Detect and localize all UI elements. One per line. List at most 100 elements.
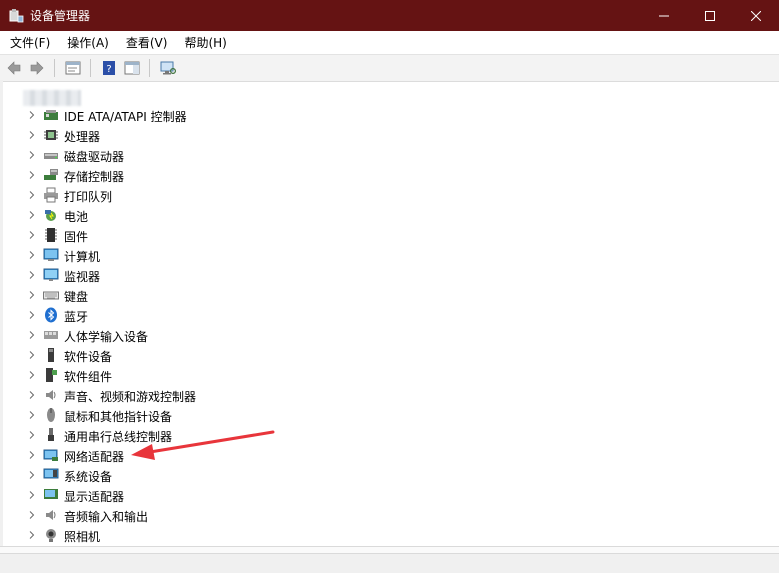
menu-view[interactable]: 查看(V) (119, 34, 175, 51)
toolbar: ? (0, 54, 779, 82)
tree-item-label: 人体学输入设备 (64, 330, 149, 344)
system-device-icon (43, 468, 59, 479)
close-icon (751, 10, 761, 21)
tree-item-label: 鼠标和其他指针设备 (64, 410, 173, 424)
maximize-icon (705, 10, 715, 21)
chevron-right-icon[interactable] (28, 331, 36, 339)
properties-button[interactable] (62, 57, 84, 79)
status-bar (0, 553, 779, 573)
tree-item-label: 固件 (64, 230, 89, 244)
chevron-right-icon[interactable] (28, 191, 36, 199)
scan-hardware-button[interactable] (157, 57, 179, 79)
tree-item-label: 打印队列 (64, 190, 113, 204)
tree-item-label: 软件组件 (64, 370, 113, 384)
printer-icon (44, 187, 58, 203)
tree-item-label: 存储控制器 (64, 170, 125, 184)
close-button[interactable] (733, 0, 779, 31)
menu-file[interactable]: 文件(F) (3, 34, 57, 51)
chevron-right-icon[interactable] (28, 151, 36, 159)
tree-item-label: 声音、视频和游戏控制器 (64, 390, 197, 404)
firmware-icon (45, 228, 57, 242)
tree-item-label: 系统设备 (64, 470, 113, 484)
tree-item-label: 蓝牙 (64, 310, 89, 324)
title-bar: 设备管理器 (0, 0, 779, 31)
chevron-right-icon[interactable] (28, 131, 36, 139)
help-button[interactable]: ? (98, 57, 120, 79)
forward-button[interactable] (26, 57, 48, 79)
minimize-button[interactable] (641, 0, 687, 31)
chevron-right-icon[interactable] (28, 291, 36, 299)
tree-root-computer-name-blurred[interactable] (23, 90, 81, 106)
tree-item-label: 显示适配器 (64, 490, 125, 504)
maximize-button[interactable] (687, 0, 733, 31)
toolbar-separator (54, 59, 55, 77)
speaker-icon (46, 390, 56, 400)
mouse-icon (47, 408, 55, 422)
back-arrow-icon (7, 61, 21, 75)
disk-drive-icon (44, 153, 58, 159)
action-pane-button[interactable] (121, 57, 143, 79)
chevron-right-icon[interactable] (28, 111, 36, 119)
tree-item-label: 监视器 (64, 270, 101, 284)
tree-item-label: 软件设备 (64, 350, 113, 364)
tree-item-label: 网络适配器 (64, 450, 125, 464)
chevron-right-icon[interactable] (28, 531, 36, 539)
chevron-right-icon[interactable] (28, 211, 36, 219)
menu-action[interactable]: 操作(A) (60, 34, 116, 51)
tree-item-label: 处理器 (64, 130, 101, 144)
keyboard-icon (43, 291, 59, 300)
device-manager-app-icon (8, 8, 24, 24)
network-adapter-icon (43, 449, 58, 461)
action-pane-icon (124, 61, 140, 75)
computer-icon (43, 248, 59, 261)
window-controls (641, 0, 779, 31)
chevron-right-icon[interactable] (28, 171, 36, 179)
software-device-icon (48, 348, 54, 362)
tree-item-label: 磁盘驱动器 (64, 150, 125, 164)
chevron-right-icon[interactable] (28, 231, 36, 239)
back-button[interactable] (3, 57, 25, 79)
properties-icon (65, 61, 81, 75)
chevron-right-icon[interactable] (28, 511, 36, 519)
chevron-right-icon[interactable] (28, 451, 36, 459)
window-title: 设备管理器 (30, 9, 91, 23)
toolbar-separator (90, 59, 91, 77)
chevron-right-icon[interactable] (28, 311, 36, 319)
storage-controller-icon (44, 169, 58, 180)
display-adapter-icon (44, 489, 58, 499)
chevron-right-icon[interactable] (28, 391, 36, 399)
bluetooth-icon (45, 307, 57, 323)
chevron-right-icon[interactable] (28, 351, 36, 359)
help-icon: ? (103, 61, 115, 75)
chevron-right-icon[interactable] (28, 371, 36, 379)
chevron-right-icon[interactable] (28, 491, 36, 499)
tree-item-label: 通用串行总线控制器 (64, 430, 173, 444)
software-component-icon (46, 368, 57, 382)
tree-item-label: 计算机 (64, 250, 101, 264)
battery-icon (45, 210, 56, 221)
chevron-right-icon[interactable] (28, 431, 36, 439)
tree-item-label: 键盘 (64, 290, 89, 304)
device-tree: IDE ATA/ATAPI 控制器 处理器磁盘驱动器存储控制器打印队列电池固件计算… (3, 82, 775, 546)
chevron-right-icon[interactable] (28, 251, 36, 259)
scan-hardware-icon (160, 61, 176, 75)
chevron-right-icon[interactable] (28, 471, 36, 479)
chevron-right-icon[interactable] (28, 271, 36, 279)
menu-bar: 文件(F) 操作(A) 查看(V) 帮助(H) (0, 31, 779, 54)
tree-item-label: 电池 (64, 210, 89, 224)
tree-item-label: 照相机 (64, 530, 101, 544)
horizontal-scrollbar[interactable] (0, 546, 779, 553)
forward-arrow-icon (30, 61, 44, 75)
menu-help[interactable]: 帮助(H) (177, 34, 233, 51)
minimize-icon (659, 15, 669, 16)
camera-icon (46, 529, 56, 542)
processor-icon (44, 130, 58, 140)
monitor-icon (43, 268, 59, 281)
chevron-right-icon[interactable] (28, 411, 36, 419)
usb-icon (48, 428, 54, 441)
toolbar-separator (149, 59, 150, 77)
tree-item-label: 音频输入和输出 (64, 510, 149, 524)
svg-text:?: ? (106, 64, 111, 75)
tree-item-label: IDE ATA/ATAPI 控制器 (64, 110, 187, 124)
hid-icon (44, 331, 58, 339)
